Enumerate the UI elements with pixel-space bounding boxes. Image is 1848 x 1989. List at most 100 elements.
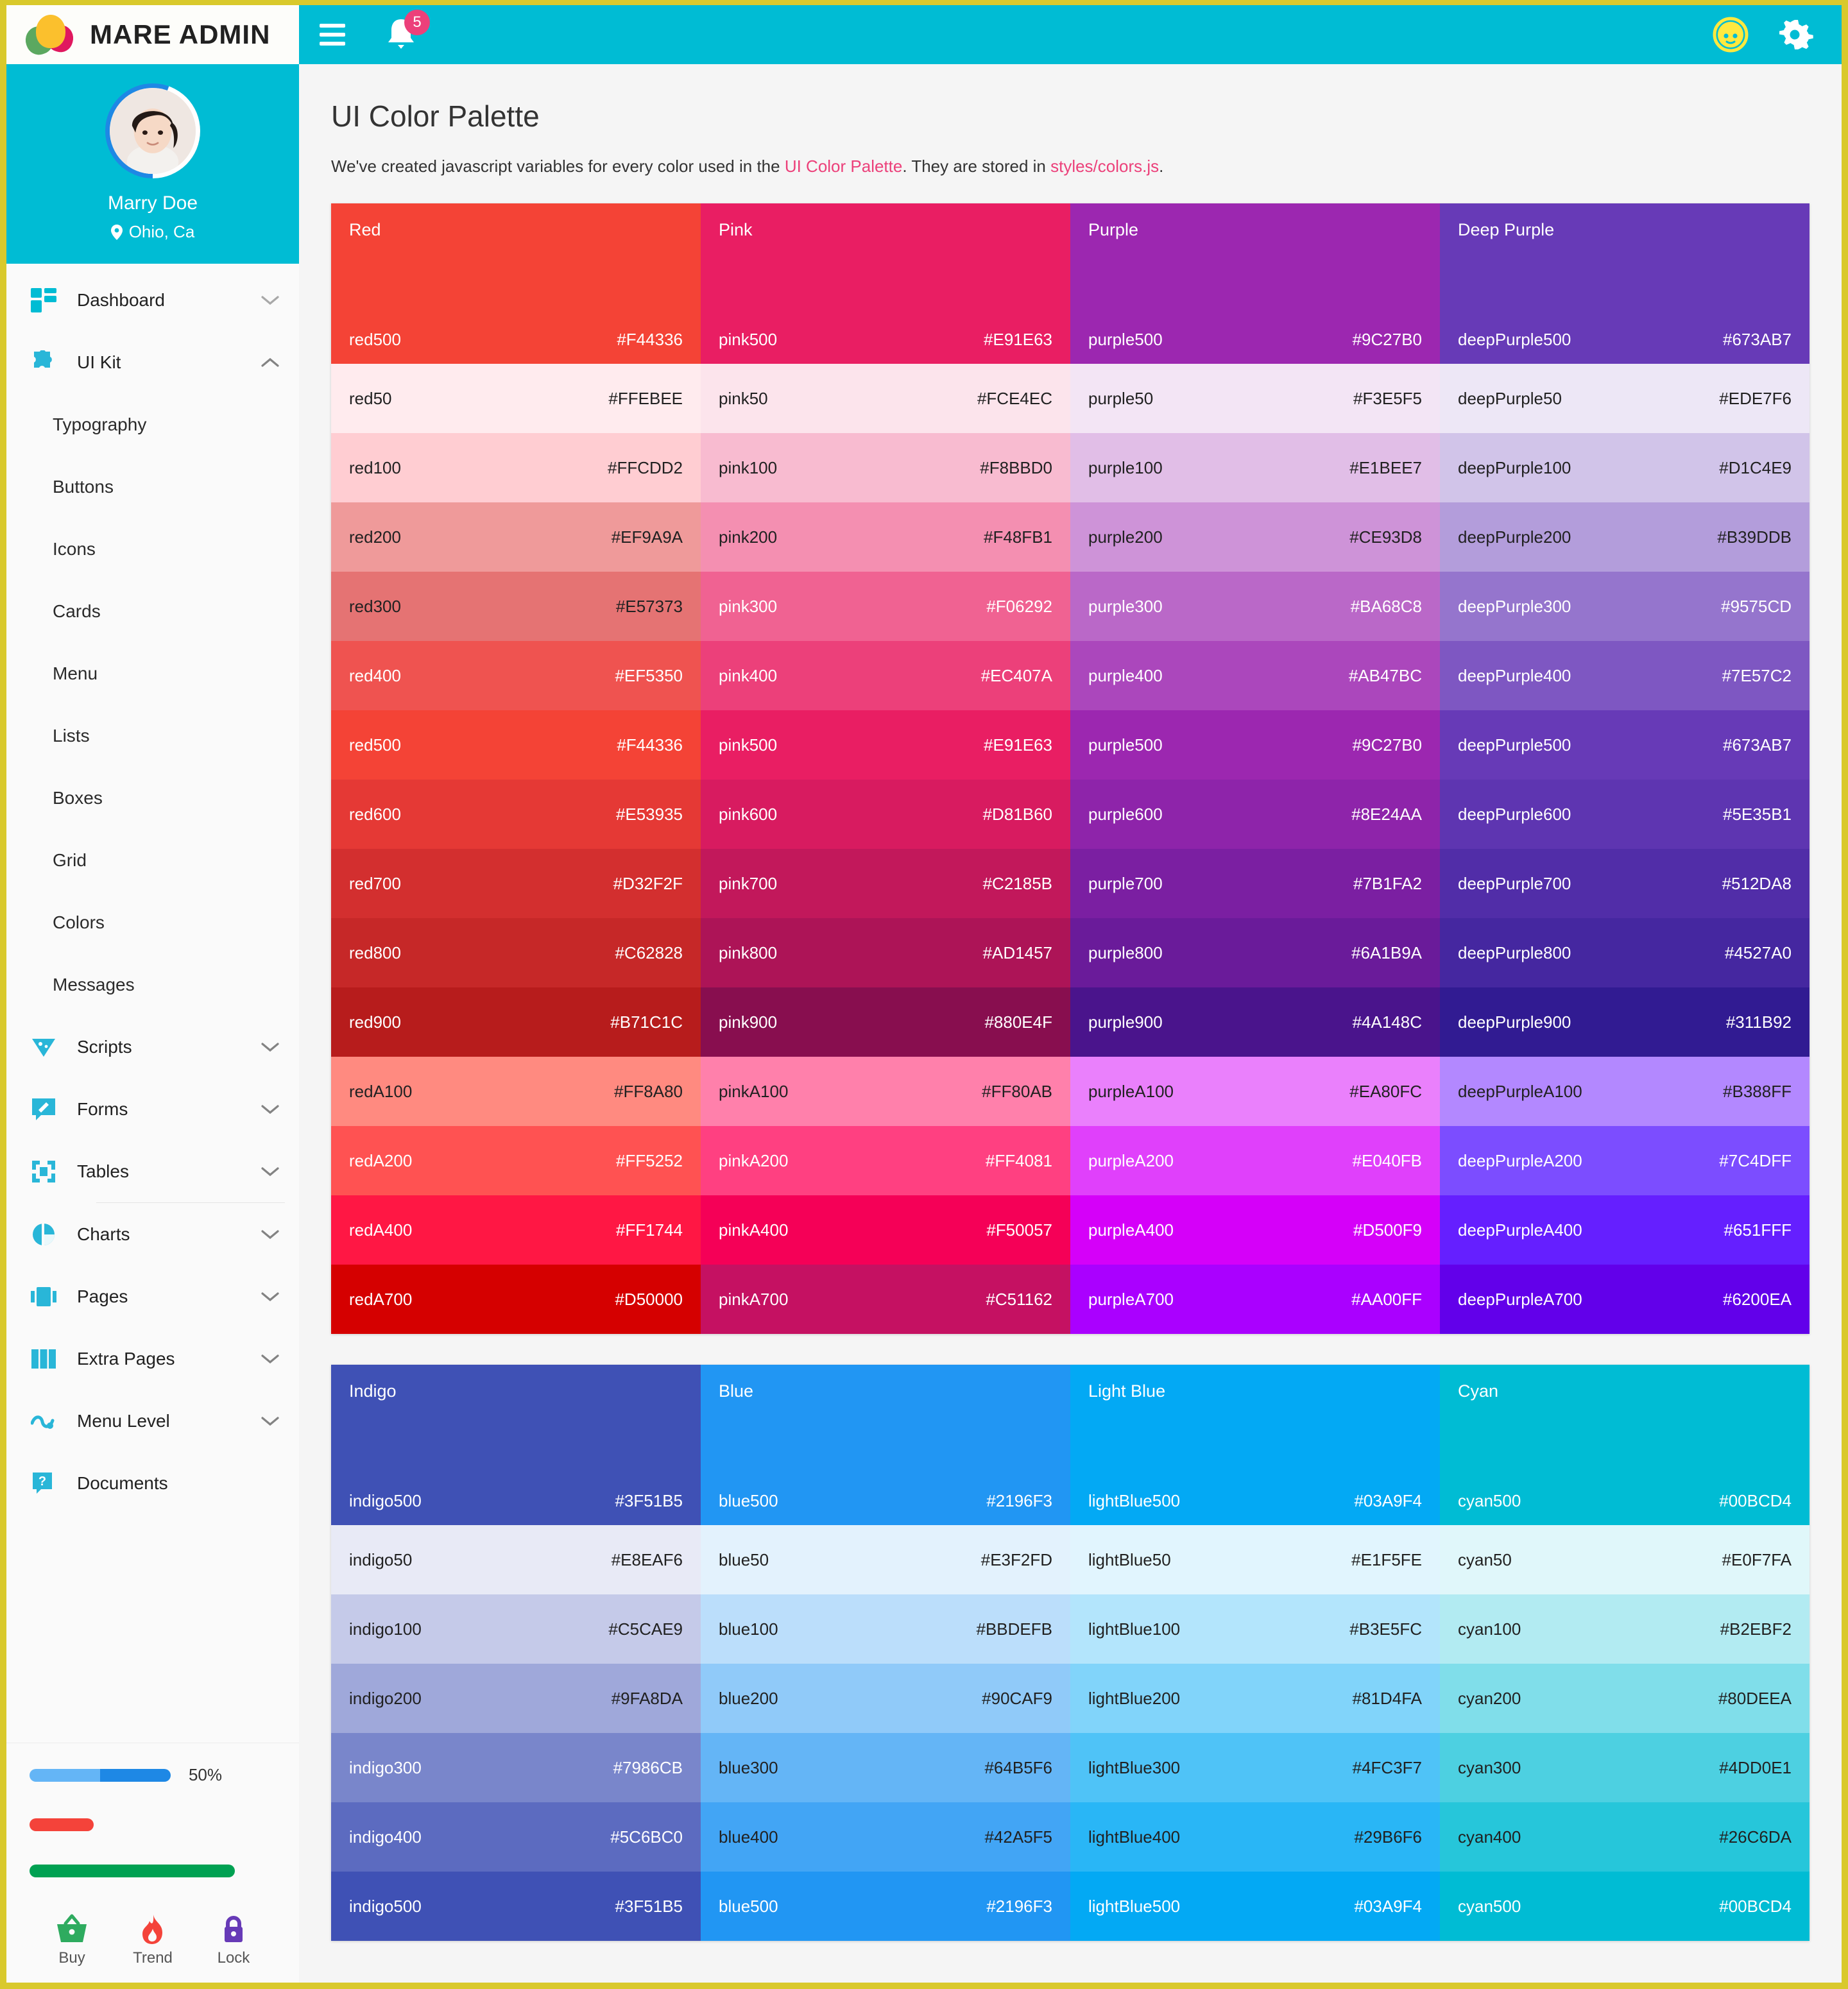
swatch-row[interactable]: deepPurple50 #EDE7F6 [1440, 364, 1810, 433]
swatch-row[interactable]: pink600 #D81B60 [701, 780, 1070, 849]
swatch-row[interactable]: redA700 #D50000 [331, 1265, 701, 1334]
swatch-row[interactable]: indigo50 #E8EAF6 [331, 1525, 701, 1594]
swatch-row[interactable]: lightBlue500 #03A9F4 [1070, 1872, 1440, 1941]
swatch-row[interactable]: deepPurple300 #9575CD [1440, 572, 1810, 641]
swatch-row[interactable]: pink100 #F8BBD0 [701, 433, 1070, 502]
swatch-row[interactable]: deepPurpleA700 #6200EA [1440, 1265, 1810, 1334]
swatch-row[interactable]: indigo400 #5C6BC0 [331, 1802, 701, 1872]
swatch-row[interactable]: lightBlue400 #29B6F6 [1070, 1802, 1440, 1872]
sidebar-item-tables[interactable]: Tables [6, 1140, 299, 1202]
swatch-row[interactable]: deepPurpleA200 #7C4DFF [1440, 1126, 1810, 1195]
swatch-row[interactable]: purple800 #6A1B9A [1070, 918, 1440, 987]
swatch-row[interactable]: cyan400 #26C6DA [1440, 1802, 1810, 1872]
swatch-row[interactable]: deepPurple600 #5E35B1 [1440, 780, 1810, 849]
swatch-row[interactable]: blue400 #42A5F5 [701, 1802, 1070, 1872]
swatch-row[interactable]: deepPurple800 #4527A0 [1440, 918, 1810, 987]
swatch-row[interactable]: red600 #E53935 [331, 780, 701, 849]
swatch-row[interactable]: red500 #F44336 [331, 710, 701, 780]
swatch-row[interactable]: deepPurple200 #B39DDB [1440, 502, 1810, 572]
palette-column-header[interactable]: Purple purple500 #9C27B0 [1070, 203, 1440, 364]
swatch-row[interactable]: pink800 #AD1457 [701, 918, 1070, 987]
swatch-row[interactable]: deepPurple400 #7E57C2 [1440, 641, 1810, 710]
green-progress[interactable] [30, 1865, 235, 1877]
swatch-row[interactable]: pinkA100 #FF80AB [701, 1057, 1070, 1126]
sidebar-subitem-icons[interactable]: Icons [6, 518, 299, 580]
swatch-row[interactable]: lightBlue300 #4FC3F7 [1070, 1733, 1440, 1802]
swatch-row[interactable]: cyan300 #4DD0E1 [1440, 1733, 1810, 1802]
swatch-row[interactable]: cyan100 #B2EBF2 [1440, 1594, 1810, 1664]
swatch-row[interactable]: pink700 #C2185B [701, 849, 1070, 918]
swatch-row[interactable]: pinkA200 #FF4081 [701, 1126, 1070, 1195]
user-face-icon[interactable] [1712, 16, 1749, 53]
swatch-row[interactable]: pinkA400 #F50057 [701, 1195, 1070, 1265]
swatch-row[interactable]: pink400 #EC407A [701, 641, 1070, 710]
swatch-row[interactable]: pink200 #F48FB1 [701, 502, 1070, 572]
swatch-row[interactable]: purple300 #BA68C8 [1070, 572, 1440, 641]
swatch-row[interactable]: blue200 #90CAF9 [701, 1664, 1070, 1733]
blue-progress[interactable] [30, 1768, 171, 1782]
swatch-row[interactable]: redA100 #FF8A80 [331, 1057, 701, 1126]
swatch-row[interactable]: pink50 #FCE4EC [701, 364, 1070, 433]
swatch-row[interactable]: purpleA400 #D500F9 [1070, 1195, 1440, 1265]
sidebar-item-forms[interactable]: Forms [6, 1078, 299, 1140]
swatch-row[interactable]: redA400 #FF1744 [331, 1195, 701, 1265]
swatch-row[interactable]: purpleA100 #EA80FC [1070, 1057, 1440, 1126]
sidebar-item-ui-kit[interactable]: UI Kit [6, 331, 299, 393]
palette-column-header[interactable]: Deep Purple deepPurple500 #673AB7 [1440, 203, 1810, 364]
sidebar-subitem-typography[interactable]: Typography [6, 393, 299, 456]
swatch-row[interactable]: redA200 #FF5252 [331, 1126, 701, 1195]
sidebar-item-dashboard[interactable]: Dashboard [6, 269, 299, 331]
ui-color-palette-link[interactable]: UI Color Palette [785, 157, 903, 176]
swatch-row[interactable]: pink300 #F06292 [701, 572, 1070, 641]
swatch-row[interactable]: purple200 #CE93D8 [1070, 502, 1440, 572]
sidebar-item-pages[interactable]: Pages [6, 1265, 299, 1327]
swatch-row[interactable]: pink500 #E91E63 [701, 710, 1070, 780]
quick-link-buy[interactable]: Buy [53, 1913, 90, 1967]
swatch-row[interactable]: blue500 #2196F3 [701, 1872, 1070, 1941]
sidebar-subitem-lists[interactable]: Lists [6, 704, 299, 767]
swatch-row[interactable]: red50 #FFEBEE [331, 364, 701, 433]
palette-column-header[interactable]: Red red500 #F44336 [331, 203, 701, 364]
swatch-row[interactable]: cyan50 #E0F7FA [1440, 1525, 1810, 1594]
swatch-row[interactable]: red700 #D32F2F [331, 849, 701, 918]
swatch-row[interactable]: deepPurple100 #D1C4E9 [1440, 433, 1810, 502]
quick-link-trend[interactable]: Trend [133, 1913, 173, 1967]
swatch-row[interactable]: blue100 #BBDEFB [701, 1594, 1070, 1664]
palette-column-header[interactable]: Blue blue500 #2196F3 [701, 1365, 1070, 1525]
red-progress[interactable] [30, 1818, 94, 1831]
swatch-row[interactable]: purple900 #4A148C [1070, 987, 1440, 1057]
palette-column-header[interactable]: Cyan cyan500 #00BCD4 [1440, 1365, 1810, 1525]
swatch-row[interactable]: indigo100 #C5CAE9 [331, 1594, 701, 1664]
swatch-row[interactable]: lightBlue200 #81D4FA [1070, 1664, 1440, 1733]
swatch-row[interactable]: purple400 #AB47BC [1070, 641, 1440, 710]
hamburger-menu-icon[interactable] [320, 24, 345, 46]
swatch-row[interactable]: purple600 #8E24AA [1070, 780, 1440, 849]
swatch-row[interactable]: red100 #FFCDD2 [331, 433, 701, 502]
sidebar-item-menu-level[interactable]: Menu Level [6, 1390, 299, 1452]
sidebar-item-scripts[interactable]: Scripts [6, 1016, 299, 1078]
palette-column-header[interactable]: Light Blue lightBlue500 #03A9F4 [1070, 1365, 1440, 1525]
swatch-row[interactable]: red200 #EF9A9A [331, 502, 701, 572]
swatch-row[interactable]: purple50 #F3E5F5 [1070, 364, 1440, 433]
swatch-row[interactable]: purpleA200 #E040FB [1070, 1126, 1440, 1195]
swatch-row[interactable]: purple700 #7B1FA2 [1070, 849, 1440, 918]
sidebar-subitem-buttons[interactable]: Buttons [6, 456, 299, 518]
swatch-row[interactable]: indigo200 #9FA8DA [331, 1664, 701, 1733]
avatar[interactable] [105, 83, 200, 178]
swatch-row[interactable]: indigo300 #7986CB [331, 1733, 701, 1802]
swatch-row[interactable]: purple100 #E1BEE7 [1070, 433, 1440, 502]
colors-js-link[interactable]: styles/colors.js [1050, 157, 1159, 176]
swatch-row[interactable]: blue50 #E3F2FD [701, 1525, 1070, 1594]
swatch-row[interactable]: lightBlue50 #E1F5FE [1070, 1525, 1440, 1594]
swatch-row[interactable]: red400 #EF5350 [331, 641, 701, 710]
swatch-row[interactable]: deepPurple500 #673AB7 [1440, 710, 1810, 780]
sidebar-subitem-grid[interactable]: Grid [6, 829, 299, 891]
swatch-row[interactable]: purple500 #9C27B0 [1070, 710, 1440, 780]
swatch-row[interactable]: red800 #C62828 [331, 918, 701, 987]
sidebar-subitem-boxes[interactable]: Boxes [6, 767, 299, 829]
swatch-row[interactable]: deepPurple900 #311B92 [1440, 987, 1810, 1057]
swatch-row[interactable]: cyan200 #80DEEA [1440, 1664, 1810, 1733]
palette-column-header[interactable]: Indigo indigo500 #3F51B5 [331, 1365, 701, 1525]
notification-bell-button[interactable]: 5 [384, 10, 430, 53]
sidebar-subitem-cards[interactable]: Cards [6, 580, 299, 642]
